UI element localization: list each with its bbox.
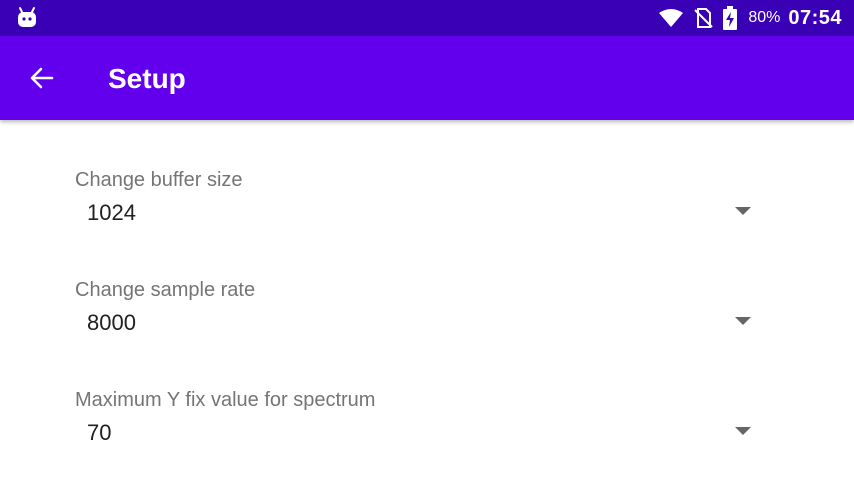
dropdown-arrow-icon [735,317,751,325]
no-sim-icon [694,8,714,28]
status-time: 07:54 [788,6,842,29]
dropdown-arrow-icon [735,427,751,435]
dropdown-selected-value: 1024 [87,200,136,225]
dropdown-selected-value: 8000 [87,310,136,335]
setting-label: Change buffer size [75,169,243,191]
dropdown-arrow-icon [735,207,751,215]
setting-label: Change sample rate [75,279,256,301]
battery-charging-icon [723,6,738,30]
page-title: Setup [108,63,186,94]
wifi-icon [659,9,684,27]
setting-sample-rate: Change sample rate 8000 [75,278,765,358]
setting-buffer-size: Change buffer size 1024 [75,168,765,248]
status-bar: 80% 07:54 [0,0,854,36]
arrow-back-icon [30,67,54,89]
sample-rate-dropdown[interactable]: 8000 [75,306,765,350]
back-button[interactable] [24,60,60,96]
setting-label: Maximum Y fix value for spectrum [75,389,376,411]
max-y-spectrum-dropdown[interactable]: 70 [75,416,765,460]
setting-max-y-spectrum: Maximum Y fix value for spectrum 70 [75,388,765,468]
android-notification-icon [18,7,36,27]
battery-percent: 80% [748,9,781,26]
app-bar: Setup [0,36,854,120]
buffer-size-dropdown[interactable]: 1024 [75,196,765,240]
dropdown-selected-value: 70 [87,420,112,445]
